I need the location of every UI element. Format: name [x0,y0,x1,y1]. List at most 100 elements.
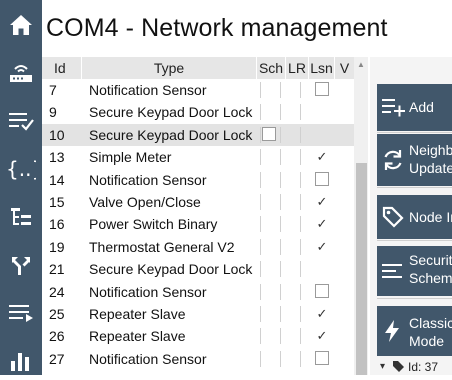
nav-commands[interactable]: {..} [0,148,42,190]
table-row[interactable]: 10 Secure Keypad Door Lock [42,123,354,147]
nav-tree[interactable] [0,196,42,238]
node-id-cell: 16 [49,216,65,233]
column-separator [300,216,301,233]
table-row[interactable]: 14 Notification Sensor [42,169,354,191]
column-separator [300,328,301,345]
lightning-icon [381,319,403,346]
table-row[interactable]: 7 Notification Sensor [42,79,354,101]
lsn-checkbox[interactable] [315,350,329,365]
node-id-cell: 15 [49,194,65,210]
column-separator [260,194,261,210]
node-id-cell: 7 [49,82,57,98]
neighbors-update-button[interactable]: Neighbors Update [377,134,452,186]
selected-node-id: Id: 37 [408,360,439,374]
table-header: Id Type Sch LR Lsn V [42,57,354,79]
col-header-v[interactable]: V [335,57,354,79]
column-separator [300,126,301,143]
table-row[interactable]: 24 Notification Sensor [42,281,354,303]
mode-label: Mode [409,333,445,349]
node-id-cell: 24 [49,283,65,300]
node-id-cell: 10 [49,126,65,143]
lsn-checkmark-icon[interactable]: ✓ [315,213,329,235]
column-separator [260,306,261,322]
classic-mode-button[interactable]: Classic Mode [377,306,452,356]
page-title: COM4 - Network management [46,14,388,42]
col-header-lr[interactable]: LR [286,57,309,79]
log-list-icon [9,305,33,322]
home-icon [10,15,32,35]
column-separator [280,171,281,188]
nav-log[interactable] [0,292,42,334]
security-scheme-button[interactable]: Security Scheme [377,246,452,296]
table-row[interactable]: 27 Notification Sensor [42,348,354,370]
nav-home[interactable] [0,4,42,46]
scroll-up-arrow-icon[interactable]: ▲ [356,60,366,69]
node-type-cell: Simple Meter [89,149,172,166]
table-row[interactable]: 9 Secure Keypad Door Lock [42,101,354,123]
refresh-icon [381,148,405,175]
actions-divider [377,298,452,299]
column-separator [280,261,281,278]
json-braces-icon: {..} [6,157,36,181]
lsn-checkbox[interactable] [315,82,329,96]
column-separator [260,328,261,345]
node-id-cell: 27 [49,350,65,367]
node-info-button[interactable]: Node Info [377,195,452,239]
table-row[interactable]: 19 Thermostat General V2 ✓ [42,236,354,258]
node-type-cell: Valve Open/Close [89,194,201,210]
add-label: Add [409,99,434,115]
node-type-cell: Secure Keypad Door Lock [89,126,253,143]
nav-controller[interactable] [0,52,42,94]
column-separator [280,149,281,166]
lsn-checkbox[interactable] [315,283,329,298]
table-row[interactable]: 25 Repeater Slave ✓ [42,303,354,325]
svg-text:{..}: {..} [6,157,36,181]
sch-checkbox[interactable] [262,126,276,141]
column-separator [280,126,281,143]
node-table: Id Type Sch LR Lsn V 7 Notification Senso… [42,57,354,375]
checklist-icon [9,113,34,131]
column-separator [300,171,301,188]
scrollbar-thumb[interactable] [356,163,367,375]
lsn-checkmark-icon[interactable]: ✓ [315,236,329,258]
node-id-cell: 9 [49,104,57,121]
node-type-cell: Notification Sensor [89,350,207,367]
column-separator [300,238,301,255]
scheme-label: Scheme [409,270,452,286]
node-type-cell: Repeater Slave [89,328,186,345]
column-separator [300,82,301,98]
table-row[interactable]: 15 Valve Open/Close ✓ [42,191,354,213]
col-header-id[interactable]: Id [42,57,82,79]
lsn-checkmark-icon[interactable]: ✓ [315,146,329,168]
column-separator [280,82,281,98]
col-header-lsn[interactable]: Lsn [309,57,335,79]
column-separator [280,283,281,300]
table-row[interactable]: 16 Power Switch Binary ✓ [42,213,354,235]
column-separator [260,104,261,121]
table-row[interactable]: 26 Repeater Slave ✓ [42,325,354,347]
lsn-checkmark-icon[interactable]: ✓ [315,325,329,347]
collapse-chevron-icon[interactable]: ▾ [380,361,385,372]
node-type-cell: Notification Sensor [89,171,207,188]
nav-checklist[interactable] [0,100,42,142]
table-row[interactable]: 21 Secure Keypad Door Lock [42,258,354,280]
table-row[interactable]: 13 Simple Meter ✓ [42,146,354,168]
column-separator [280,238,281,255]
update-label: Update [409,160,452,176]
column-separator [260,82,261,98]
nav-statistics[interactable] [0,338,42,380]
routing-icon [12,257,30,275]
security-label: Security [409,252,452,268]
lsn-checkbox[interactable] [315,171,329,186]
actions-divider [377,187,452,188]
add-button[interactable]: Add [377,84,452,131]
nav-routing[interactable] [0,244,42,286]
col-header-type[interactable]: Type [82,57,257,79]
lsn-checkmark-icon[interactable]: ✓ [315,191,329,213]
node-type-cell: Power Switch Binary [89,216,218,233]
node-id-cell: 21 [49,261,65,278]
col-header-sch[interactable]: Sch [257,57,286,79]
bar-chart-icon [11,353,29,371]
lsn-checkmark-icon[interactable]: ✓ [315,303,329,325]
node-type-cell: Notification Sensor [89,283,207,300]
